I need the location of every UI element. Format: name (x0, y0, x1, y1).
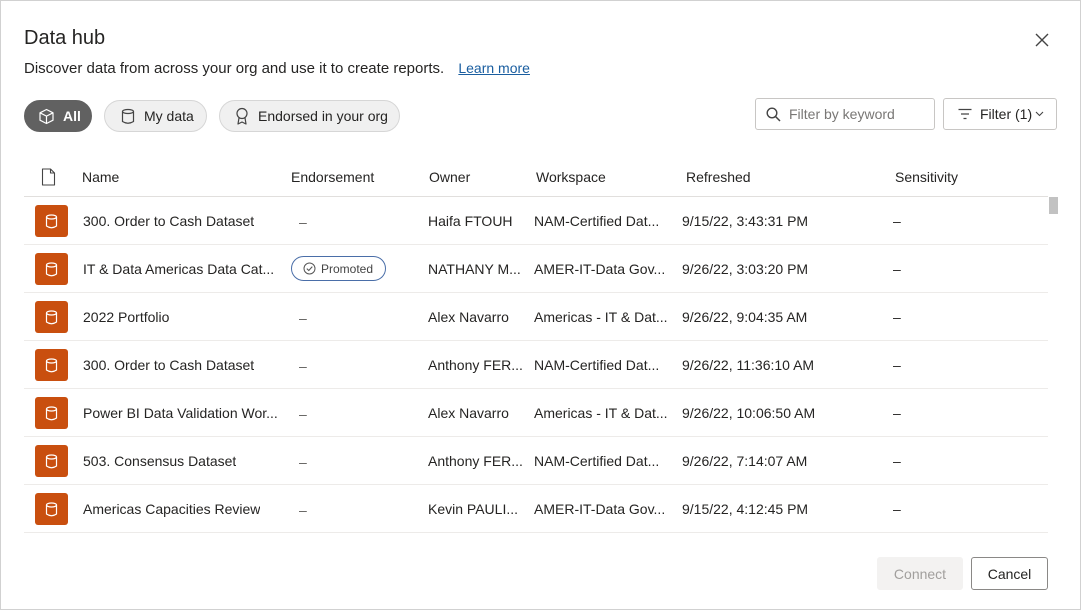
column-header-workspace[interactable]: Workspace (536, 169, 606, 185)
close-icon[interactable] (1031, 29, 1053, 51)
tab-endorsed[interactable]: Endorsed in your org (219, 100, 400, 132)
tab-all[interactable]: All (24, 100, 92, 132)
cell-endorsement: – (299, 358, 307, 374)
cell-owner: Alex Navarro (428, 309, 509, 325)
dataset-icon (35, 397, 68, 429)
dialog-title: Data hub (24, 27, 106, 49)
cell-workspace: AMER-IT-Data Gov... (534, 261, 666, 277)
dataset-icon (35, 349, 68, 381)
cell-endorsement: – (299, 214, 307, 230)
cell-name: 300. Order to Cash Dataset (83, 357, 255, 373)
cell-workspace: NAM-Certified Dat... (534, 357, 660, 373)
cell-owner: Haifa FTOUH (428, 213, 513, 229)
data-hub-dialog: Data hub Discover data from across your … (0, 0, 1081, 610)
cell-name: Americas Capacities Review (83, 501, 261, 517)
cell-name: 503. Consensus Dataset (83, 453, 237, 469)
cell-workspace: Americas - IT & Dat... (534, 309, 668, 325)
cell-endorsement: – (299, 454, 307, 470)
cell-sensitivity: – (893, 453, 901, 469)
cell-name: IT & Data Americas Data Cat... (83, 261, 275, 277)
table-row[interactable]: 300. Order to Cash Dataset Anthony FER...… (24, 341, 1048, 389)
cell-owner: Anthony FER... (428, 453, 523, 469)
learn-more-link[interactable]: Learn more (458, 60, 530, 76)
search-input[interactable] (789, 106, 929, 122)
column-header-name[interactable]: Name (82, 169, 119, 185)
cell-refreshed: 9/26/22, 11:36:10 AM (682, 357, 815, 373)
database-icon (121, 108, 135, 124)
cell-owner: NATHANY M... (428, 261, 521, 277)
tab-my-data-label: My data (144, 108, 194, 124)
column-header-owner[interactable]: Owner (429, 169, 470, 185)
table-row[interactable]: Power BI Data Validation Wor... Alex Nava… (24, 389, 1048, 437)
cell-sensitivity: – (893, 309, 901, 325)
tab-endorsed-label: Endorsed in your org (258, 108, 388, 124)
dialog-subtitle: Discover data from across your org and u… (24, 60, 530, 77)
filter-label: Filter (1) (980, 106, 1033, 122)
cell-refreshed: 9/26/22, 9:04:35 AM (682, 309, 808, 325)
cell-refreshed: 9/15/22, 3:43:31 PM (682, 213, 809, 229)
filter-icon (958, 108, 972, 120)
cell-refreshed: 9/26/22, 7:14:07 AM (682, 453, 808, 469)
table-header: Name Endorsement Owner Workspace Refresh… (24, 161, 1048, 197)
cell-name: 2022 Portfolio (83, 309, 170, 325)
cell-name: 300. Order to Cash Dataset (83, 213, 255, 229)
table-row[interactable]: IT & Data Americas Data Cat... NATHANY M.… (24, 245, 1048, 293)
filter-button[interactable]: Filter (1) (943, 98, 1057, 130)
search-box (755, 98, 935, 130)
cell-sensitivity: – (893, 405, 901, 421)
cell-name: Power BI Data Validation Wor... (83, 405, 278, 421)
dataset-icon (35, 493, 68, 525)
cell-workspace: NAM-Certified Dat... (534, 213, 660, 229)
dataset-icon (35, 445, 68, 477)
cell-endorsement: – (299, 406, 307, 422)
tab-all-label: All (63, 108, 81, 124)
table-row[interactable]: 503. Consensus Dataset Anthony FER... NAM-… (24, 437, 1048, 485)
cell-refreshed: 9/26/22, 3:03:20 PM (682, 261, 809, 277)
dataset-icon (35, 301, 68, 333)
table-row[interactable]: Americas Capacities Review Kevin PAULI...… (24, 485, 1048, 533)
check-circle-icon (303, 262, 316, 275)
cell-workspace: NAM-Certified Dat... (534, 453, 660, 469)
cell-sensitivity: – (893, 501, 901, 517)
tab-my-data[interactable]: My data (104, 100, 207, 132)
table-row[interactable]: 2022 Portfolio Alex Navarro Americas - IT … (24, 293, 1048, 341)
cube-icon (39, 108, 54, 124)
dataset-icon (35, 205, 68, 237)
cell-sensitivity: – (893, 213, 901, 229)
cell-sensitivity: – (893, 357, 901, 373)
endorsement-label: Promoted (321, 261, 374, 276)
cell-owner: Kevin PAULI... (428, 501, 519, 517)
cell-workspace: AMER-IT-Data Gov... (534, 501, 666, 517)
column-header-sensitivity[interactable]: Sensitivity (895, 169, 958, 185)
cancel-button[interactable]: Cancel (971, 557, 1048, 590)
cell-endorsement: – (299, 310, 307, 326)
column-header-refreshed[interactable]: Refreshed (686, 169, 751, 185)
promoted-badge: Promoted (291, 256, 386, 281)
column-header-endorsement[interactable]: Endorsement (291, 169, 374, 185)
cell-endorsement: – (299, 502, 307, 518)
scrollbar-thumb[interactable] (1049, 197, 1058, 214)
table-row[interactable]: 300. Order to Cash Dataset Haifa FTOUH NAM… (24, 197, 1048, 245)
cell-refreshed: 9/26/22, 10:06:50 AM (682, 405, 816, 421)
subtitle-text: Discover data from across your org and u… (24, 60, 445, 77)
connect-button[interactable]: Connect (877, 557, 963, 590)
search-icon (766, 106, 781, 122)
cell-refreshed: 9/15/22, 4:12:45 PM (682, 501, 809, 517)
cell-sensitivity: – (893, 261, 901, 277)
cell-owner: Anthony FER... (428, 357, 523, 373)
ribbon-icon (236, 107, 248, 125)
cell-workspace: Americas - IT & Dat... (534, 405, 668, 421)
chevron-down-icon (1035, 111, 1044, 117)
dataset-icon (35, 253, 68, 285)
document-icon (41, 168, 56, 189)
cell-owner: Alex Navarro (428, 405, 509, 421)
